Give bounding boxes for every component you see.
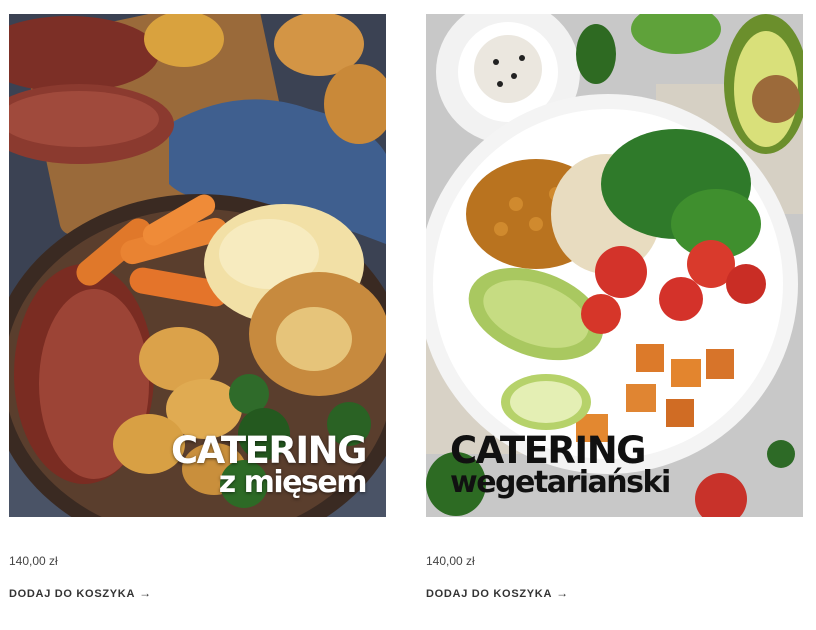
add-to-cart-label: DODAJ DO KOSZYKA	[426, 588, 553, 600]
product-image-vegetarian[interactable]: CATERING wegetariański	[426, 14, 803, 517]
overlay-line-2: wegetariański	[450, 465, 671, 500]
overlay-line-1: CATERING	[450, 429, 647, 472]
product-price: 140,00 zł	[9, 554, 58, 568]
overlay-line-2: z mięsem	[218, 465, 368, 500]
add-to-cart-button[interactable]: DODAJ DO KOSZYKA →	[426, 586, 569, 600]
arrow-right-icon: →	[556, 586, 569, 600]
product-card-vegetarian: CATERING wegetariański	[426, 14, 803, 517]
add-to-cart-button[interactable]: DODAJ DO KOSZYKA →	[9, 586, 152, 600]
image-overlay-title: CATERING wegetariański	[450, 429, 671, 500]
product-image-meat[interactable]: CATERING z mięsem	[9, 14, 386, 517]
product-price: 140,00 zł	[426, 554, 475, 568]
product-card-meat: CATERING z mięsem	[9, 14, 386, 517]
image-overlay-title: CATERING z mięsem	[170, 429, 368, 500]
add-to-cart-label: DODAJ DO KOSZYKA	[9, 588, 136, 600]
arrow-right-icon: →	[139, 586, 152, 600]
overlay-line-1: CATERING	[170, 429, 368, 472]
